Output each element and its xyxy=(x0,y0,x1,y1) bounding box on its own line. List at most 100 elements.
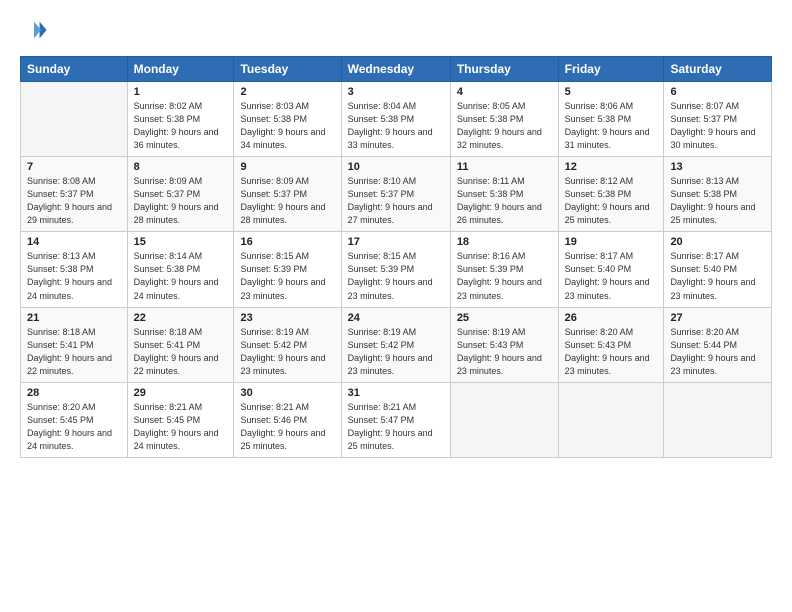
day-info: Sunrise: 8:02 AMSunset: 5:38 PMDaylight:… xyxy=(134,100,228,152)
day-info: Sunrise: 8:19 AMSunset: 5:43 PMDaylight:… xyxy=(457,326,552,378)
day-number: 17 xyxy=(348,236,444,248)
day-number: 27 xyxy=(670,312,765,324)
weekday-header: Saturday xyxy=(664,57,772,82)
day-number: 8 xyxy=(134,161,228,173)
calendar-cell: 31Sunrise: 8:21 AMSunset: 5:47 PMDayligh… xyxy=(341,382,450,457)
day-number: 24 xyxy=(348,312,444,324)
day-number: 11 xyxy=(457,161,552,173)
day-info: Sunrise: 8:06 AMSunset: 5:38 PMDaylight:… xyxy=(565,100,658,152)
day-number: 15 xyxy=(134,236,228,248)
calendar-cell xyxy=(558,382,664,457)
day-info: Sunrise: 8:18 AMSunset: 5:41 PMDaylight:… xyxy=(134,326,228,378)
calendar-cell: 3Sunrise: 8:04 AMSunset: 5:38 PMDaylight… xyxy=(341,82,450,157)
calendar-cell: 13 Sunrise: 8:13 AMSunset: 5:38 PMDayligh… xyxy=(664,157,772,232)
logo xyxy=(20,16,52,44)
calendar-cell: 19 Sunrise: 8:17 AMSunset: 5:40 PMDayligh… xyxy=(558,232,664,307)
day-info: Sunrise: 8:15 AMSunset: 5:39 PMDaylight:… xyxy=(240,250,334,302)
day-info: Sunrise: 8:17 AMSunset: 5:40 PMDaylight:… xyxy=(670,250,765,302)
day-number: 14 xyxy=(27,236,121,248)
day-info: Sunrise: 8:17 AMSunset: 5:40 PMDaylight:… xyxy=(565,250,658,302)
day-info: Sunrise: 8:03 AMSunset: 5:38 PMDaylight:… xyxy=(240,100,334,152)
calendar-cell: 11 Sunrise: 8:11 AMSunset: 5:38 PMDayligh… xyxy=(450,157,558,232)
day-info: Sunrise: 8:19 AMSunset: 5:42 PMDaylight:… xyxy=(240,326,334,378)
calendar-cell: 12Sunrise: 8:12 AMSunset: 5:38 PMDayligh… xyxy=(558,157,664,232)
calendar-cell: 15 Sunrise: 8:14 AMSunset: 5:38 PMDayligh… xyxy=(127,232,234,307)
calendar-cell: 10 Sunrise: 8:10 AMSunset: 5:37 PMDayligh… xyxy=(341,157,450,232)
calendar-cell: 30Sunrise: 8:21 AMSunset: 5:46 PMDayligh… xyxy=(234,382,341,457)
day-number: 21 xyxy=(27,312,121,324)
calendar: SundayMondayTuesdayWednesdayThursdayFrid… xyxy=(20,56,772,458)
day-number: 2 xyxy=(240,86,334,98)
calendar-cell: 27 Sunrise: 8:20 AMSunset: 5:44 PMDayligh… xyxy=(664,307,772,382)
calendar-cell xyxy=(664,382,772,457)
day-info: Sunrise: 8:16 AMSunset: 5:39 PMDaylight:… xyxy=(457,250,552,302)
weekday-header: Friday xyxy=(558,57,664,82)
day-info: Sunrise: 8:15 AMSunset: 5:39 PMDaylight:… xyxy=(348,250,444,302)
calendar-cell: 17 Sunrise: 8:15 AMSunset: 5:39 PMDayligh… xyxy=(341,232,450,307)
calendar-cell: 26 Sunrise: 8:20 AMSunset: 5:43 PMDayligh… xyxy=(558,307,664,382)
page-container: SundayMondayTuesdayWednesdayThursdayFrid… xyxy=(0,0,792,474)
day-number: 20 xyxy=(670,236,765,248)
day-number: 28 xyxy=(27,387,121,399)
calendar-cell: 1Sunrise: 8:02 AMSunset: 5:38 PMDaylight… xyxy=(127,82,234,157)
day-info: Sunrise: 8:21 AMSunset: 5:45 PMDaylight:… xyxy=(134,401,228,453)
day-info: Sunrise: 8:09 AMSunset: 5:37 PMDaylight:… xyxy=(134,175,228,227)
day-number: 22 xyxy=(134,312,228,324)
day-number: 4 xyxy=(457,86,552,98)
day-number: 29 xyxy=(134,387,228,399)
calendar-cell: 6 Sunrise: 8:07 AMSunset: 5:37 PMDaylight… xyxy=(664,82,772,157)
day-info: Sunrise: 8:19 AMSunset: 5:42 PMDaylight:… xyxy=(348,326,444,378)
calendar-week-row: 14 Sunrise: 8:13 AMSunset: 5:38 PMDayligh… xyxy=(21,232,772,307)
calendar-cell: 16 Sunrise: 8:15 AMSunset: 5:39 PMDayligh… xyxy=(234,232,341,307)
day-info: Sunrise: 8:14 AMSunset: 5:38 PMDaylight:… xyxy=(134,250,228,302)
day-info: Sunrise: 8:13 AMSunset: 5:38 PMDaylight:… xyxy=(670,175,765,227)
day-info: Sunrise: 8:12 AMSunset: 5:38 PMDaylight:… xyxy=(565,175,658,227)
day-info: Sunrise: 8:18 AMSunset: 5:41 PMDaylight:… xyxy=(27,326,121,378)
calendar-cell: 22 Sunrise: 8:18 AMSunset: 5:41 PMDayligh… xyxy=(127,307,234,382)
calendar-cell: 14 Sunrise: 8:13 AMSunset: 5:38 PMDayligh… xyxy=(21,232,128,307)
header-row: SundayMondayTuesdayWednesdayThursdayFrid… xyxy=(21,57,772,82)
day-info: Sunrise: 8:20 AMSunset: 5:45 PMDaylight:… xyxy=(27,401,121,453)
day-info: Sunrise: 8:11 AMSunset: 5:38 PMDaylight:… xyxy=(457,175,552,227)
day-info: Sunrise: 8:20 AMSunset: 5:44 PMDaylight:… xyxy=(670,326,765,378)
day-number: 9 xyxy=(240,161,334,173)
day-info: Sunrise: 8:20 AMSunset: 5:43 PMDaylight:… xyxy=(565,326,658,378)
day-info: Sunrise: 8:05 AMSunset: 5:38 PMDaylight:… xyxy=(457,100,552,152)
calendar-week-row: 7Sunrise: 8:08 AMSunset: 5:37 PMDaylight… xyxy=(21,157,772,232)
weekday-header: Thursday xyxy=(450,57,558,82)
calendar-cell: 20 Sunrise: 8:17 AMSunset: 5:40 PMDayligh… xyxy=(664,232,772,307)
calendar-week-row: 1Sunrise: 8:02 AMSunset: 5:38 PMDaylight… xyxy=(21,82,772,157)
calendar-cell: 2 Sunrise: 8:03 AMSunset: 5:38 PMDaylight… xyxy=(234,82,341,157)
day-number: 5 xyxy=(565,86,658,98)
calendar-cell: 7Sunrise: 8:08 AMSunset: 5:37 PMDaylight… xyxy=(21,157,128,232)
calendar-cell: 9Sunrise: 8:09 AMSunset: 5:37 PMDaylight… xyxy=(234,157,341,232)
day-info: Sunrise: 8:07 AMSunset: 5:37 PMDaylight:… xyxy=(670,100,765,152)
calendar-cell: 18 Sunrise: 8:16 AMSunset: 5:39 PMDayligh… xyxy=(450,232,558,307)
day-number: 10 xyxy=(348,161,444,173)
calendar-cell: 29 Sunrise: 8:21 AMSunset: 5:45 PMDayligh… xyxy=(127,382,234,457)
calendar-cell: 25 Sunrise: 8:19 AMSunset: 5:43 PMDayligh… xyxy=(450,307,558,382)
day-number: 31 xyxy=(348,387,444,399)
calendar-cell: 21 Sunrise: 8:18 AMSunset: 5:41 PMDayligh… xyxy=(21,307,128,382)
day-info: Sunrise: 8:13 AMSunset: 5:38 PMDaylight:… xyxy=(27,250,121,302)
day-number: 30 xyxy=(240,387,334,399)
calendar-cell xyxy=(21,82,128,157)
day-number: 18 xyxy=(457,236,552,248)
day-number: 26 xyxy=(565,312,658,324)
calendar-cell: 24 Sunrise: 8:19 AMSunset: 5:42 PMDayligh… xyxy=(341,307,450,382)
day-info: Sunrise: 8:10 AMSunset: 5:37 PMDaylight:… xyxy=(348,175,444,227)
weekday-header: Wednesday xyxy=(341,57,450,82)
day-number: 19 xyxy=(565,236,658,248)
day-number: 6 xyxy=(670,86,765,98)
logo-icon xyxy=(20,16,48,44)
day-number: 16 xyxy=(240,236,334,248)
day-number: 13 xyxy=(670,161,765,173)
calendar-cell: 23 Sunrise: 8:19 AMSunset: 5:42 PMDayligh… xyxy=(234,307,341,382)
header xyxy=(20,16,772,44)
day-number: 25 xyxy=(457,312,552,324)
day-number: 7 xyxy=(27,161,121,173)
day-number: 23 xyxy=(240,312,334,324)
day-number: 3 xyxy=(348,86,444,98)
weekday-header: Tuesday xyxy=(234,57,341,82)
calendar-week-row: 21 Sunrise: 8:18 AMSunset: 5:41 PMDayligh… xyxy=(21,307,772,382)
